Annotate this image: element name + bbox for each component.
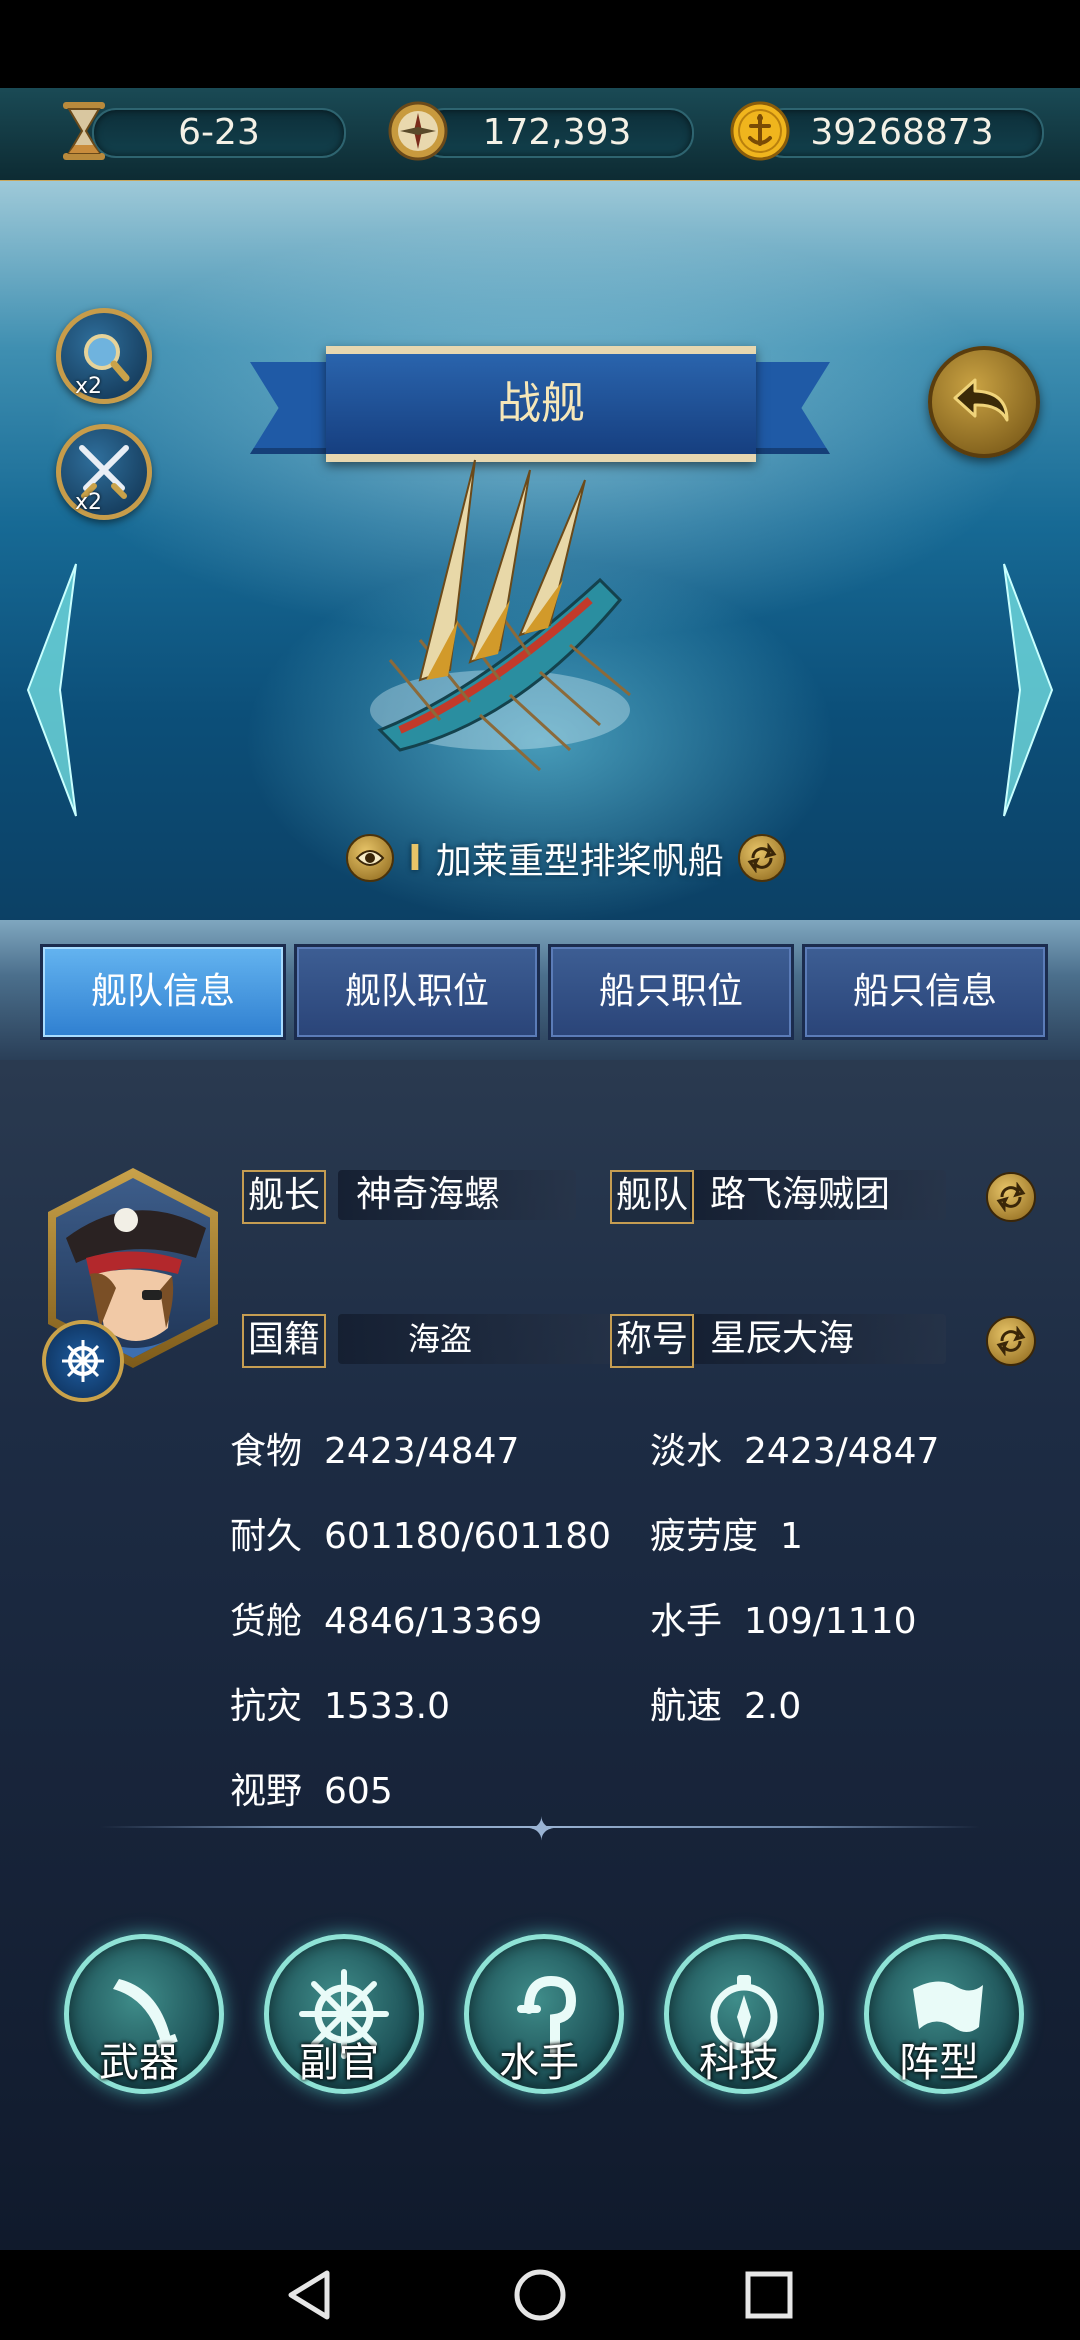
view-ship-button[interactable] (346, 834, 395, 882)
ship-name-row: I 加莱重型排桨帆船 (316, 828, 816, 888)
stat-food: 食物 2423/4847 (230, 1422, 519, 1474)
stat-value: 109/1110 (744, 1601, 917, 1642)
nav-back-icon (288, 2270, 330, 2320)
ship-name: 加莱重型排桨帆船 (435, 841, 724, 882)
status-bar (0, 0, 1080, 88)
buff-multiplier: x2 (75, 490, 103, 515)
buff-multiplier: x2 (75, 374, 103, 399)
tab-fleet-info[interactable]: 舰队信息 (40, 944, 286, 1040)
fleet-value: 路飞海贼团 (690, 1170, 946, 1220)
nationality-value: 海盗 (338, 1314, 628, 1364)
title-refresh-button[interactable] (986, 1316, 1036, 1366)
stat-label: 耐久 (230, 1516, 303, 1557)
stat-value: 1 (780, 1516, 803, 1557)
stat-label: 淡水 (650, 1431, 723, 1472)
ship-tier-label: I (408, 837, 422, 879)
stat-value: 4846/13369 (324, 1601, 543, 1642)
stat-value: 2423/4847 (744, 1431, 940, 1472)
nationality-label: 国籍 (242, 1314, 327, 1368)
lieutenant-label: 副官 (299, 2040, 379, 2086)
ship-wheel-small-icon (62, 1340, 104, 1382)
nav-recents-icon (745, 2271, 793, 2319)
sailors-label: 水手 (499, 2040, 579, 2086)
stat-durability: 耐久 601180/601180 (230, 1507, 611, 1559)
technology-label: 科技 (699, 2040, 779, 2086)
buff-swords-button[interactable]: x2 (56, 424, 152, 520)
nav-home-icon (514, 2269, 566, 2321)
stat-label: 航速 (650, 1686, 723, 1727)
formation-label: 阵型 (899, 2040, 979, 2086)
fleet-label: 舰队 (610, 1170, 695, 1224)
stat-label: 食物 (230, 1431, 303, 1472)
buff-magnifier-button[interactable]: x2 (56, 308, 152, 404)
stat-vision: 视野 605 (230, 1762, 393, 1814)
nav-home-button[interactable] (507, 2262, 573, 2328)
stat-label: 视野 (230, 1771, 303, 1812)
divider-ornament-icon: ✦ (528, 1810, 555, 1848)
refresh-icon (747, 843, 777, 873)
stat-cargo: 货舱 4846/13369 (230, 1592, 542, 1644)
tab-fleet-positions[interactable]: 舰队职位 (294, 944, 540, 1040)
stat-value: 2423/4847 (324, 1431, 520, 1472)
stat-label: 疲劳度 (650, 1516, 759, 1557)
title-value: 星辰大海 (690, 1314, 946, 1364)
tab-ship-info[interactable]: 船只信息 (802, 944, 1048, 1040)
previous-ship-arrow[interactable] (20, 560, 80, 820)
switch-ship-button[interactable] (737, 834, 786, 882)
stat-label: 水手 (650, 1601, 723, 1642)
stat-value: 2.0 (744, 1686, 802, 1727)
stat-fatigue: 疲劳度 1 (650, 1507, 803, 1559)
stat-speed: 航速 2.0 (650, 1677, 801, 1729)
captain-class-badge (42, 1320, 124, 1402)
stat-value: 1533.0 (324, 1686, 450, 1727)
hourglass-icon (52, 99, 116, 163)
back-button[interactable] (928, 346, 1040, 458)
nav-recents-button[interactable] (736, 2262, 802, 2328)
ship-illustration (370, 459, 631, 772)
stat-water: 淡水 2423/4847 (650, 1422, 939, 1474)
stat-value: 605 (324, 1771, 393, 1812)
stat-label: 货舱 (230, 1601, 303, 1642)
stat-sailors: 水手 109/1110 (650, 1592, 916, 1644)
eye-icon (355, 850, 385, 866)
captain-value: 神奇海螺 (338, 1170, 576, 1220)
refresh-icon (996, 1326, 1026, 1356)
compass-resource-value: 172,393 (420, 108, 694, 158)
compass-resource-icon (386, 99, 450, 163)
gold-coin-icon (728, 99, 792, 163)
next-ship-arrow[interactable] (1000, 560, 1060, 820)
tab-ship-positions[interactable]: 船只职位 (548, 944, 794, 1040)
stat-disaster-resist: 抗灾 1533.0 (230, 1677, 450, 1729)
fleet-refresh-button[interactable] (986, 1172, 1036, 1222)
stat-label: 抗灾 (230, 1686, 303, 1727)
back-arrow-icon (953, 378, 1009, 422)
time-value: 6-23 (92, 108, 346, 158)
weapon-label: 武器 (99, 2040, 179, 2086)
captain-label: 舰长 (242, 1170, 327, 1224)
title-label: 称号 (610, 1314, 695, 1368)
refresh-icon (996, 1182, 1026, 1212)
stat-value: 601180/601180 (324, 1516, 611, 1557)
gold-value: 39268873 (760, 108, 1044, 158)
nav-back-button[interactable] (276, 2262, 342, 2328)
